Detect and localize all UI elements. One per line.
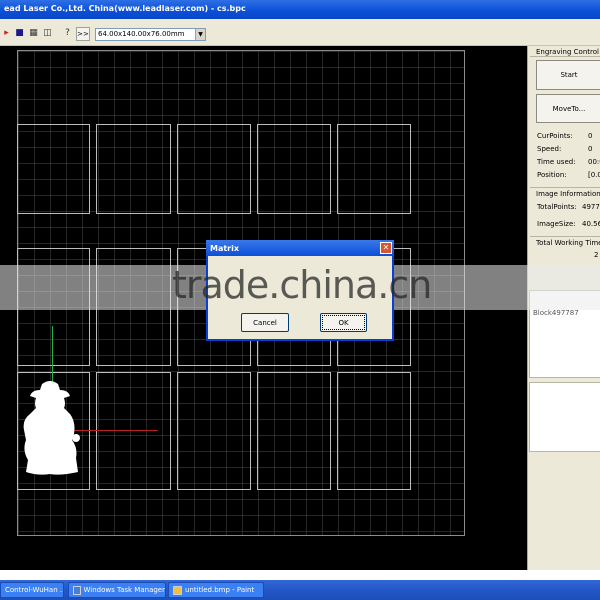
dialog-title-bar: Matrix ✕ xyxy=(206,240,394,256)
matrix-cell xyxy=(96,124,171,214)
matrix-cell xyxy=(257,124,331,214)
time-used-label: Time used: xyxy=(537,158,576,166)
position-value: [0.0 xyxy=(588,171,600,179)
dialog-title: Matrix xyxy=(210,244,240,253)
grid-icon[interactable]: ▦ xyxy=(28,28,39,39)
taskbar-item-label: untitled.bmp - Paint xyxy=(185,586,255,594)
imagesize-value: 40.56 xyxy=(582,220,600,228)
ok-button[interactable]: OK xyxy=(320,313,367,332)
taskbar: Control-WuHan ... Windows Task Manager u… xyxy=(0,580,600,600)
total-working-time-value: 2 xyxy=(594,251,599,259)
time-used-value: 00:0 xyxy=(588,158,600,166)
divider xyxy=(530,56,600,57)
taskbar-item-task-manager[interactable]: Windows Task Manager xyxy=(68,582,166,598)
paint-icon xyxy=(173,585,182,595)
title-bar: ead Laser Co.,Ltd. China(www.leadlaser.c… xyxy=(0,0,600,19)
matrix-cell xyxy=(337,372,411,490)
layout-icon[interactable]: ◫ xyxy=(42,28,53,39)
figure-image-icon[interactable] xyxy=(20,378,82,478)
matrix-cell xyxy=(257,372,331,490)
watermark-text: trade.china.cn xyxy=(172,263,432,307)
position-label: Position: xyxy=(537,171,567,179)
imagesize-label: ImageSize: xyxy=(537,220,576,228)
divider xyxy=(530,236,600,237)
size-select-value: 64.00x140.00x76.00mm xyxy=(98,30,185,38)
speed-label: Speed: xyxy=(537,145,562,153)
help-icon[interactable]: ? xyxy=(62,28,73,39)
block-list-item[interactable]: Block497787 xyxy=(533,309,579,317)
preview-box xyxy=(529,382,600,452)
task-manager-icon xyxy=(73,585,81,595)
chevron-down-icon[interactable]: ▼ xyxy=(195,29,205,40)
run-icon[interactable]: ▸ xyxy=(1,28,12,39)
device-icon[interactable]: ■ xyxy=(14,28,25,39)
divider xyxy=(530,187,600,188)
start-button[interactable]: Start xyxy=(536,60,600,90)
taskbar-item-control[interactable]: Control-WuHan ... xyxy=(0,582,64,598)
image-information-label: Image Information xyxy=(536,190,600,198)
matrix-cell xyxy=(337,124,411,214)
engraving-control-label: Engraving Control xyxy=(536,48,599,56)
close-icon[interactable]: ✕ xyxy=(380,242,392,254)
matrix-cell xyxy=(17,124,90,214)
taskbar-item-label: Windows Task Manager xyxy=(83,586,166,594)
taskbar-item-label: Control-WuHan ... xyxy=(5,586,64,594)
toolbar: ▸ ■ ▦ ◫ ? >> 64.00x140.00x76.00mm ▼ xyxy=(0,19,600,46)
curpoints-value: 0 xyxy=(588,132,593,140)
size-select[interactable]: 64.00x140.00x76.00mm ▼ xyxy=(95,28,206,41)
totalpoints-value: 49779 xyxy=(582,203,600,211)
matrix-cell xyxy=(96,372,171,490)
taskbar-item-paint[interactable]: untitled.bmp - Paint xyxy=(168,582,264,598)
matrix-cell xyxy=(177,124,251,214)
matrix-cell xyxy=(177,372,251,490)
total-working-time-label: Total Working Time xyxy=(536,239,600,247)
speed-value: 0 xyxy=(588,145,593,153)
cancel-button[interactable]: Cancel xyxy=(241,313,289,332)
more-button[interactable]: >> xyxy=(76,27,90,41)
moveto-button[interactable]: MoveTo... xyxy=(536,94,600,123)
curpoints-label: CurPoints: xyxy=(537,132,573,140)
totalpoints-label: TotalPoints: xyxy=(537,203,577,211)
window-title: ead Laser Co.,Ltd. China(www.leadlaser.c… xyxy=(4,4,246,13)
